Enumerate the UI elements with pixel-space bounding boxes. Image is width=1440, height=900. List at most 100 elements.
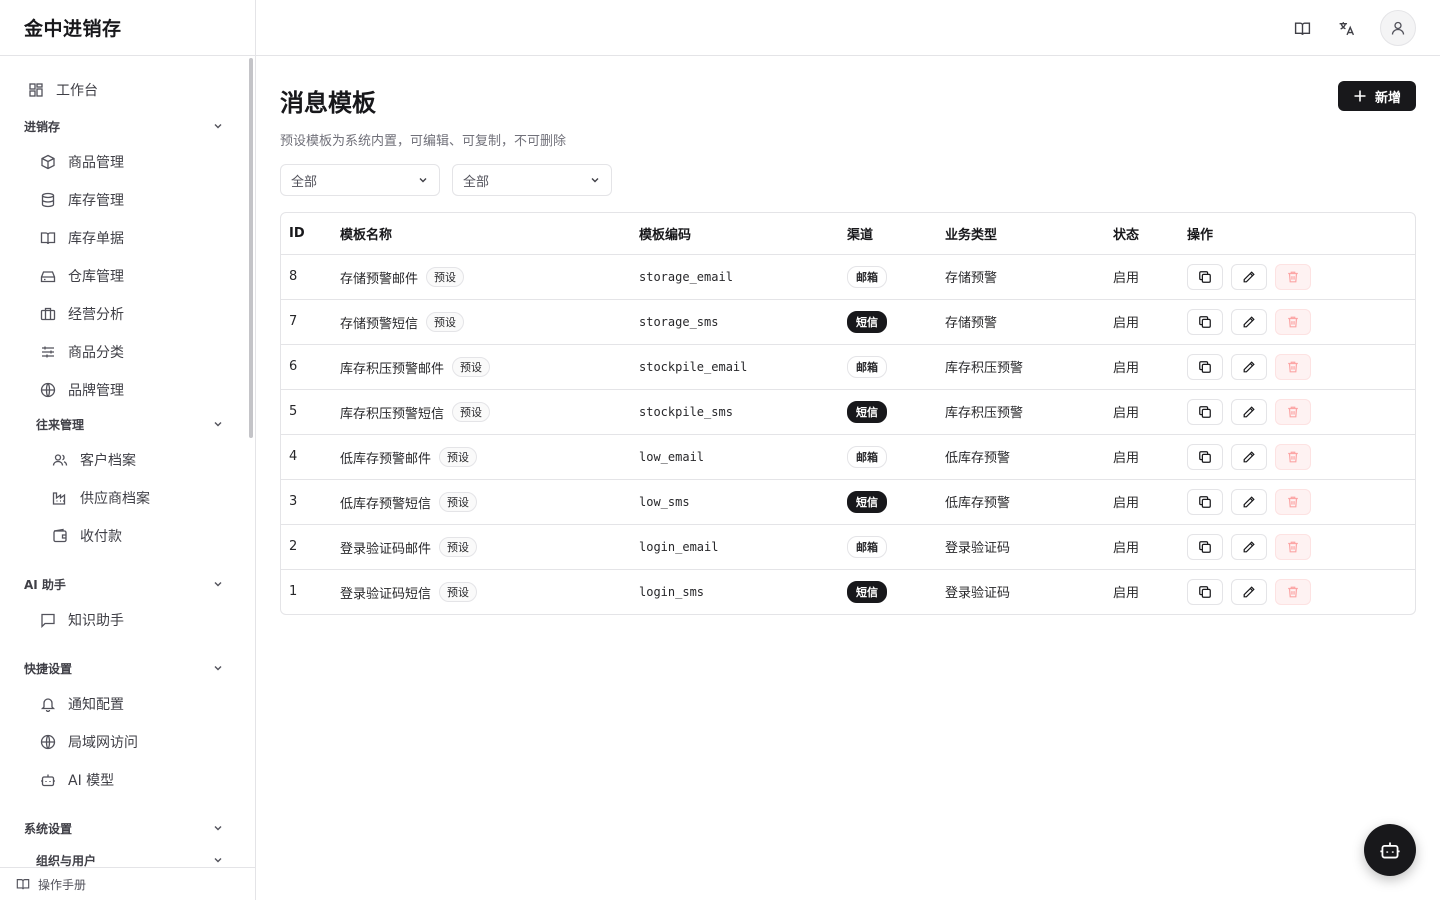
edit-button[interactable] — [1231, 308, 1267, 335]
cell-biz: 存储预警 — [945, 254, 1113, 300]
cell-id: 1 — [289, 584, 298, 600]
page-title: 消息模板 — [280, 89, 376, 117]
cell-code: login_email — [639, 524, 847, 570]
cell-status: 启用 — [1113, 524, 1187, 570]
copy-icon — [1198, 450, 1212, 464]
sidebar-item-brand[interactable]: 品牌管理 — [40, 376, 124, 404]
sidebar-item-payment[interactable]: 收付款 — [52, 522, 122, 550]
copy-button[interactable] — [1187, 533, 1223, 560]
template-name: 低库存预警邮件 — [340, 451, 432, 467]
cell-channel: 短信 — [847, 299, 945, 345]
user-icon — [1390, 20, 1406, 36]
group-org[interactable]: 组织与用户 — [36, 848, 224, 867]
copy-button[interactable] — [1187, 443, 1223, 470]
sidebar-item-customer[interactable]: 客户档案 — [52, 446, 136, 474]
trash-icon — [1286, 360, 1300, 374]
add-template-button[interactable]: 新增 — [1338, 81, 1416, 111]
copy-button[interactable] — [1187, 578, 1223, 605]
preset-badge: 预设 — [439, 491, 478, 512]
cell-ops — [1187, 299, 1415, 345]
trash-icon — [1286, 495, 1300, 509]
biz-type-filter-select[interactable]: 全部 — [452, 164, 612, 196]
user-avatar[interactable] — [1380, 10, 1416, 46]
sidebar-item-ai-model[interactable]: AI 模型 — [40, 766, 114, 794]
sidebar-item-workbench[interactable]: 工作台 — [28, 76, 98, 104]
cell-id: 6 — [281, 344, 340, 390]
sidebar-item-goods[interactable]: 商品管理 — [40, 148, 124, 176]
template-name: 登录验证码短信 — [340, 586, 432, 602]
delete-button — [1275, 353, 1311, 380]
edit-button[interactable] — [1231, 533, 1267, 560]
template-name: 登录验证码邮件 — [340, 541, 432, 557]
sidebar-item-analysis[interactable]: 经营分析 — [40, 300, 124, 328]
book-open-icon — [16, 877, 30, 891]
sidebar-item-stock[interactable]: 库存管理 — [40, 186, 124, 214]
chevron-down-icon — [212, 418, 224, 430]
add-button-label: 新增 — [1374, 90, 1401, 106]
edit-button[interactable] — [1231, 263, 1267, 290]
book-open-icon — [40, 230, 56, 246]
sidebar-item-stock-docs[interactable]: 库存单据 — [40, 224, 124, 252]
users-icon — [52, 452, 68, 468]
edit-button[interactable] — [1231, 578, 1267, 605]
edit-button[interactable] — [1231, 488, 1267, 515]
book-icon[interactable] — [1288, 14, 1316, 42]
copy-button[interactable] — [1187, 353, 1223, 380]
cell-channel: 邮箱 — [847, 434, 945, 480]
copy-button[interactable] — [1187, 488, 1223, 515]
delete-button — [1275, 578, 1311, 605]
copy-button[interactable] — [1187, 308, 1223, 335]
sidebar-item-knowledge[interactable]: 知识助手 — [40, 606, 124, 634]
edit-icon — [1242, 585, 1256, 599]
group-system[interactable]: 系统设置 — [24, 816, 224, 840]
preset-badge: 预设 — [439, 536, 478, 557]
cell-name: 库存积压预警邮件 预设 — [340, 344, 639, 390]
cell-id: 7 — [281, 299, 340, 345]
warehouse-icon — [40, 268, 56, 284]
cell-channel: 短信 — [847, 569, 945, 614]
channel-filter-select[interactable]: 全部 — [280, 164, 440, 196]
cell-code: login_sms — [639, 584, 705, 599]
sidebar-item-category[interactable]: 商品分类 — [40, 338, 124, 366]
sidebar-item-notify[interactable]: 通知配置 — [40, 690, 124, 718]
copy-button[interactable] — [1187, 398, 1223, 425]
page-subtitle: 预设模板为系统内置，可编辑、可复制，不可删除 — [280, 134, 567, 149]
group-label: 进销存 — [24, 119, 61, 134]
group-wanglai[interactable]: 往来管理 — [36, 412, 224, 436]
sidebar-item-label: 经营分析 — [68, 307, 124, 323]
preset-badge: 预设 — [452, 401, 491, 422]
group-label: 往来管理 — [36, 417, 85, 432]
preset-badge: 预设 — [439, 446, 478, 467]
edit-button[interactable] — [1231, 398, 1267, 425]
sidebar-scrollbar[interactable] — [249, 58, 253, 438]
cell-status: 启用 — [1113, 299, 1187, 345]
sidebar-item-warehouse[interactable]: 仓库管理 — [40, 262, 124, 290]
copy-button[interactable] — [1187, 263, 1223, 290]
briefcase-icon — [40, 306, 56, 322]
chevron-down-icon — [212, 120, 224, 132]
cell-channel: 邮箱 — [847, 524, 945, 570]
app-title: 金中进销存 — [0, 0, 255, 56]
sliders-icon — [40, 344, 56, 360]
cell-name: 库存积压预警短信 预设 — [340, 389, 639, 435]
table-row: 3 低库存预警短信 预设 low_sms 短信 低库存预警 启用 — [281, 479, 1415, 525]
globe-icon — [40, 382, 56, 398]
sidebar-item-lan[interactable]: 局域网访问 — [40, 728, 138, 756]
ai-assistant-fab[interactable] — [1364, 824, 1416, 876]
cell-biz: 低库存预警 — [945, 434, 1113, 480]
cell-ops — [1187, 479, 1415, 525]
template-name: 存储预警短信 — [340, 316, 419, 332]
sidebar-item-supplier[interactable]: 供应商档案 — [52, 484, 150, 512]
group-quick[interactable]: 快捷设置 — [24, 656, 224, 680]
chevron-down-icon — [212, 662, 224, 674]
manual-link[interactable]: 操作手册 — [0, 867, 255, 900]
edit-button[interactable] — [1231, 443, 1267, 470]
cell-channel: 短信 — [847, 389, 945, 435]
edit-button[interactable] — [1231, 353, 1267, 380]
delete-button — [1275, 488, 1311, 515]
cell-ops — [1187, 389, 1415, 435]
translate-icon[interactable] — [1332, 14, 1360, 42]
group-jxc[interactable]: 进销存 — [24, 114, 224, 138]
group-ai[interactable]: AI 助手 — [24, 572, 224, 596]
col-header-biz: 业务类型 — [945, 213, 1113, 255]
